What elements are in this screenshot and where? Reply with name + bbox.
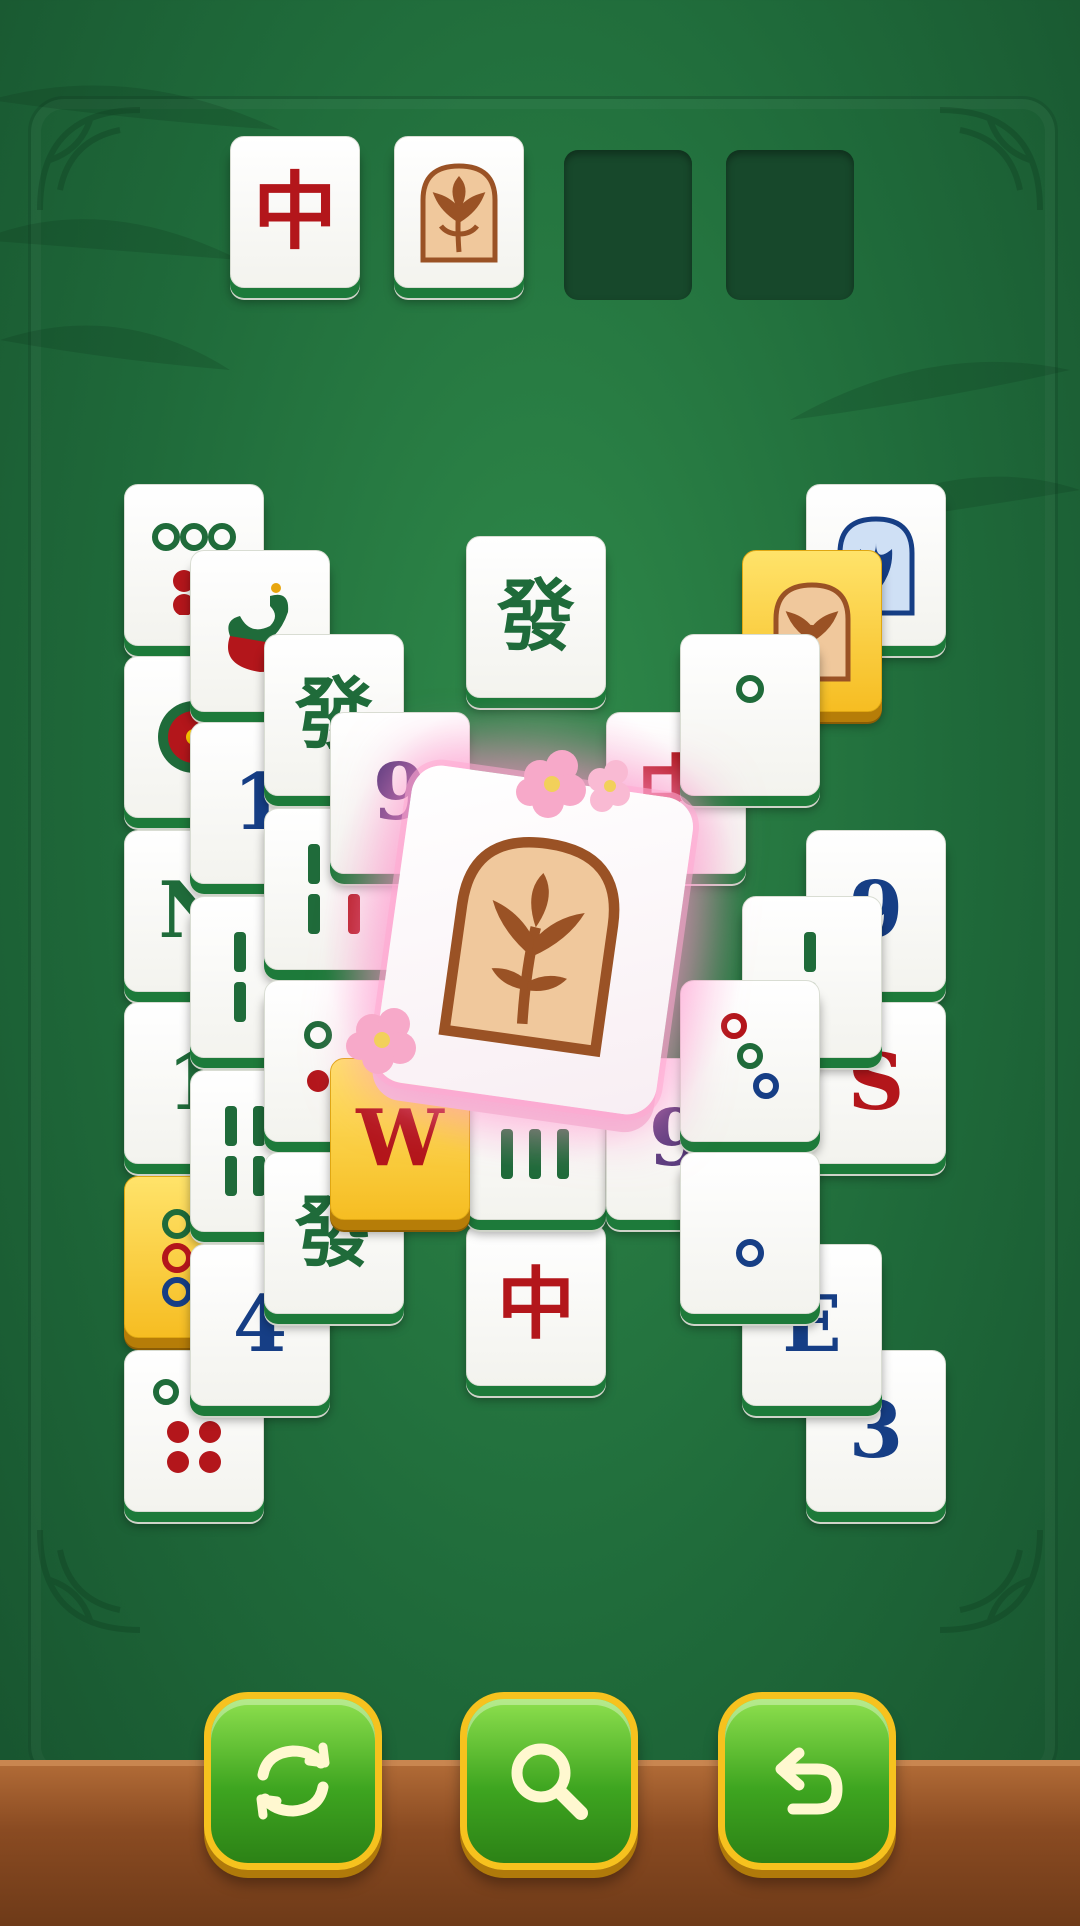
hint-button[interactable] <box>460 1692 638 1870</box>
tray-slot-3-empty <box>564 150 692 300</box>
fa-character: 發 <box>496 571 575 662</box>
flower-tile-icon <box>420 163 498 263</box>
flower-tile-icon <box>438 837 620 1058</box>
cherry-blossom-icon <box>516 750 630 818</box>
cherry-blossom-icon <box>346 1008 416 1074</box>
undo-icon <box>775 1747 843 1815</box>
undo-button[interactable] <box>718 1692 896 1870</box>
tray-slot-1-tile: 中 <box>230 136 360 288</box>
search-icon <box>511 1743 588 1820</box>
zhong-character: 中 <box>496 1259 575 1350</box>
corner-ornament-bottom-left <box>30 1520 150 1640</box>
zhong-character: 中 <box>252 162 337 261</box>
tile-circles-right-c[interactable] <box>680 1152 820 1314</box>
shuffle-icon <box>256 1742 330 1820</box>
tray-slot-4-empty <box>726 150 854 300</box>
tray-slot-2-tile <box>394 136 524 288</box>
corner-ornament-top-left <box>30 100 150 220</box>
tile-fa-top[interactable]: 發 <box>466 536 606 698</box>
circle-dots-icon <box>736 1239 764 1267</box>
tile-zhong-bottom[interactable]: 中 <box>466 1224 606 1386</box>
shuffle-button[interactable] <box>204 1692 382 1870</box>
corner-ornament-top-right <box>930 100 1050 220</box>
corner-ornament-bottom-right <box>930 1520 1050 1640</box>
